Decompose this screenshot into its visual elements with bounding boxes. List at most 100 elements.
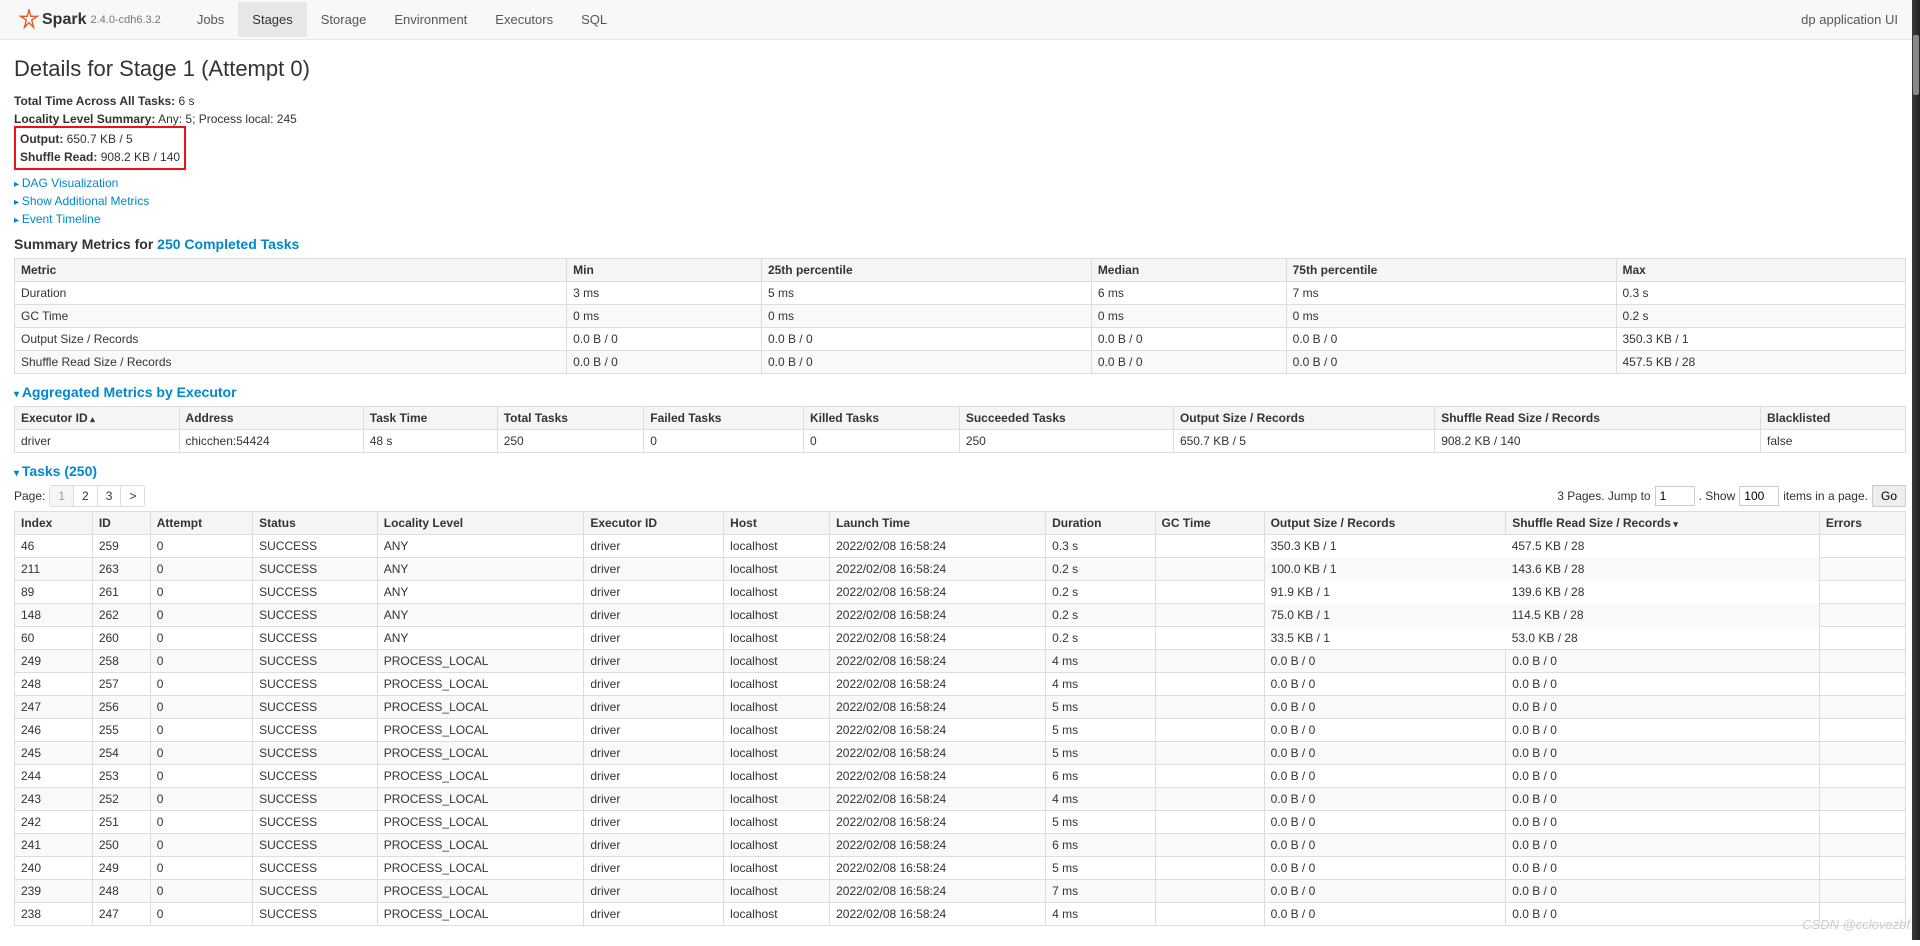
scroll-thumb[interactable] bbox=[1913, 35, 1919, 95]
cell: 239 bbox=[15, 880, 93, 903]
col-header[interactable]: GC Time bbox=[1155, 512, 1264, 535]
table-row: 462590SUCCESSANYdriverlocalhost2022/02/0… bbox=[15, 535, 1906, 558]
col-header[interactable]: Metric bbox=[15, 259, 567, 282]
dag-link[interactable]: DAG Visualization bbox=[14, 174, 1906, 192]
page-btn[interactable]: > bbox=[121, 486, 144, 506]
cell: SUCCESS bbox=[253, 834, 378, 857]
cell: PROCESS_LOCAL bbox=[377, 673, 584, 696]
col-header[interactable]: Index bbox=[15, 512, 93, 535]
locality-value: Any: 5; Process local: 245 bbox=[158, 112, 297, 126]
event-timeline-link[interactable]: Event Timeline bbox=[14, 210, 1906, 228]
col-header[interactable]: Duration bbox=[1046, 512, 1155, 535]
cell: driver bbox=[584, 604, 724, 627]
cell bbox=[1155, 604, 1264, 627]
cell: 2022/02/08 16:58:24 bbox=[830, 742, 1046, 765]
col-header[interactable]: 25th percentile bbox=[761, 259, 1091, 282]
page-btn[interactable]: 2 bbox=[74, 486, 98, 506]
scrollbar[interactable] bbox=[1912, 0, 1920, 940]
nav-tab-executors[interactable]: Executors bbox=[481, 2, 567, 37]
cell: 0.0 B / 0 bbox=[1264, 765, 1506, 788]
col-header[interactable]: Errors bbox=[1819, 512, 1905, 535]
cell: 0 bbox=[150, 627, 252, 650]
col-header[interactable]: Shuffle Read Size / Records bbox=[1435, 407, 1761, 430]
cell: 91.9 KB / 1 bbox=[1264, 581, 1506, 604]
cell: 0 bbox=[150, 834, 252, 857]
app-name[interactable]: dp application UI bbox=[1787, 12, 1912, 27]
col-header[interactable]: Status bbox=[253, 512, 378, 535]
col-header[interactable]: Median bbox=[1091, 259, 1286, 282]
cell: 249 bbox=[92, 857, 150, 880]
tasks-title[interactable]: Tasks (250) bbox=[14, 463, 1906, 479]
col-header[interactable]: Failed Tasks bbox=[644, 407, 804, 430]
col-header[interactable]: Host bbox=[724, 512, 830, 535]
col-header[interactable]: Total Tasks bbox=[497, 407, 644, 430]
cell: 5 ms bbox=[1046, 857, 1155, 880]
nav-tab-stages[interactable]: Stages bbox=[238, 2, 306, 37]
col-header[interactable]: Killed Tasks bbox=[803, 407, 959, 430]
col-header[interactable]: Address bbox=[179, 407, 363, 430]
cell: driver bbox=[584, 857, 724, 880]
cell: SUCCESS bbox=[253, 811, 378, 834]
cell: 2022/02/08 16:58:24 bbox=[830, 788, 1046, 811]
col-header[interactable]: Task Time bbox=[363, 407, 497, 430]
cell: 0.0 B / 0 bbox=[1506, 788, 1820, 811]
cell: localhost bbox=[724, 765, 830, 788]
nav-tab-environment[interactable]: Environment bbox=[380, 2, 481, 37]
cell: 261 bbox=[92, 581, 150, 604]
nav-tab-jobs[interactable]: Jobs bbox=[183, 2, 238, 37]
cell: 0 bbox=[150, 880, 252, 903]
col-header[interactable]: ID bbox=[92, 512, 150, 535]
col-header[interactable]: Blacklisted bbox=[1761, 407, 1906, 430]
cell bbox=[1819, 627, 1905, 650]
completed-tasks-link[interactable]: 250 Completed Tasks bbox=[157, 236, 299, 252]
brand[interactable]: Spark 2.4.0-cdh6.3.2 bbox=[8, 9, 171, 31]
cell: 0.0 B / 0 bbox=[1506, 719, 1820, 742]
col-header[interactable]: Output Size / Records bbox=[1264, 512, 1506, 535]
col-header[interactable]: Executor ID bbox=[584, 512, 724, 535]
cell: localhost bbox=[724, 535, 830, 558]
cell bbox=[1819, 535, 1905, 558]
cell: 0 bbox=[150, 742, 252, 765]
col-header[interactable]: Max bbox=[1616, 259, 1906, 282]
cell: 251 bbox=[92, 811, 150, 834]
table-row: 2472560SUCCESSPROCESS_LOCALdriverlocalho… bbox=[15, 696, 1906, 719]
cell: 2022/02/08 16:58:24 bbox=[830, 834, 1046, 857]
cell: 2022/02/08 16:58:24 bbox=[830, 581, 1046, 604]
col-header[interactable]: Launch Time bbox=[830, 512, 1046, 535]
spark-logo-icon bbox=[18, 9, 40, 31]
col-header[interactable]: Executor ID ▴ bbox=[15, 407, 180, 430]
cell: 0.0 B / 0 bbox=[1506, 834, 1820, 857]
cell: ANY bbox=[377, 558, 584, 581]
col-header[interactable]: Succeeded Tasks bbox=[959, 407, 1173, 430]
additional-metrics-link[interactable]: Show Additional Metrics bbox=[14, 192, 1906, 210]
cell: PROCESS_LOCAL bbox=[377, 742, 584, 765]
cell: 0 bbox=[150, 604, 252, 627]
nav-tab-storage[interactable]: Storage bbox=[307, 2, 381, 37]
cell: 0.0 B / 0 bbox=[1506, 880, 1820, 903]
cell bbox=[1155, 696, 1264, 719]
col-header[interactable]: Min bbox=[567, 259, 762, 282]
cell: 247 bbox=[92, 903, 150, 926]
cell: 46 bbox=[15, 535, 93, 558]
nav-tab-sql[interactable]: SQL bbox=[567, 2, 621, 37]
cell: 245 bbox=[15, 742, 93, 765]
col-header[interactable]: Attempt bbox=[150, 512, 252, 535]
col-header[interactable]: Locality Level bbox=[377, 512, 584, 535]
cell: 6 ms bbox=[1046, 765, 1155, 788]
cell: SUCCESS bbox=[253, 765, 378, 788]
jump-input[interactable] bbox=[1655, 486, 1695, 506]
cell bbox=[1819, 604, 1905, 627]
page-btn[interactable]: 1 bbox=[50, 486, 74, 506]
show-input[interactable] bbox=[1739, 486, 1779, 506]
tasks-table: IndexIDAttemptStatusLocality LevelExecut… bbox=[14, 511, 1906, 926]
aggregated-metrics-title[interactable]: Aggregated Metrics by Executor bbox=[14, 384, 1906, 400]
cell: SUCCESS bbox=[253, 604, 378, 627]
cell: 2022/02/08 16:58:24 bbox=[830, 903, 1046, 926]
col-header[interactable]: 75th percentile bbox=[1286, 259, 1616, 282]
table-row: 892610SUCCESSANYdriverlocalhost2022/02/0… bbox=[15, 581, 1906, 604]
go-button[interactable]: Go bbox=[1872, 485, 1906, 507]
page-btn[interactable]: 3 bbox=[98, 486, 122, 506]
col-header[interactable]: Output Size / Records bbox=[1173, 407, 1434, 430]
col-header[interactable]: Shuffle Read Size / Records ▾ bbox=[1506, 512, 1820, 535]
table-row: 2452540SUCCESSPROCESS_LOCALdriverlocalho… bbox=[15, 742, 1906, 765]
